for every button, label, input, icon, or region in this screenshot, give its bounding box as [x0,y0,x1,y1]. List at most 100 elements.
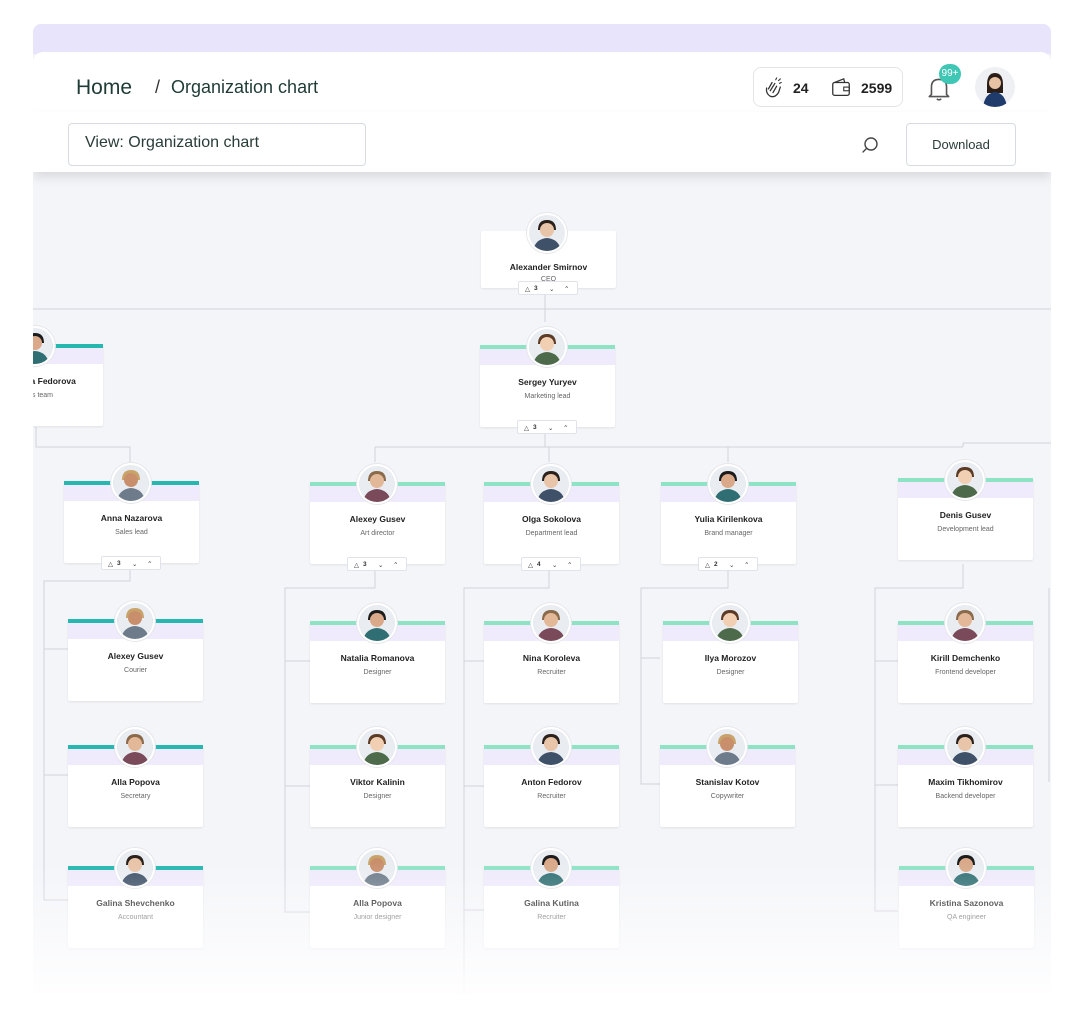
employee-avatar [357,848,397,888]
chart-toolbar: View: Organization chart Download [33,112,1051,172]
employee-card-sergey[interactable]: Sergey Yuryev Marketing lead [480,327,615,427]
employee-role: Recruiter [537,914,566,921]
clap-icon[interactable] [762,77,784,99]
expand-icon[interactable]: ⌄ [729,561,734,569]
employee-role: Sales team [33,392,54,399]
user-avatar[interactable] [975,67,1015,107]
employee-card-anastasia[interactable]: Anastasia Fedorova Sales team [33,326,103,426]
employee-card-anton[interactable]: Anton Fedorov Recruiter [484,727,619,827]
org-chart: Alexander SmirnovCEO△3⌄⌃Anastasia Fedoro… [33,172,1051,994]
employee-card-stanislav[interactable]: Stanislav Kotov Copywriter [660,727,795,827]
employee-role: Department lead [525,530,578,537]
breadcrumb-separator: / [155,77,161,97]
expand-icon[interactable]: ⌄ [378,561,383,569]
employee-avatar [946,848,986,888]
employee-role: Accountant [117,914,154,921]
employee-avatar [527,213,567,253]
employee-role: Designer [363,793,392,800]
employee-name: Stanislav Kotov [695,777,760,787]
view-select[interactable]: View: Organization chart [68,123,366,166]
employee-name: Maxim Tikhomirov [928,777,1003,787]
employee-name: Ilya Morozov [704,653,757,663]
expand-icon[interactable]: ⌄ [132,560,137,568]
employee-role: Art director [360,530,395,537]
expand-icon[interactable]: ⌄ [549,285,554,293]
employee-card-galina-s[interactable]: Galina Shevchenko Accountant [68,848,203,948]
employee-card-nina[interactable]: Nina Koroleva Recruiter [484,603,619,703]
employee-name: Nina Koroleva [522,653,581,663]
reports-count: 4 [537,561,541,568]
employee-name: Anna Nazarova [100,513,163,523]
employee-card-ceo[interactable]: Alexander Smirnov CEO [481,213,616,288]
reports-count: 3 [534,285,538,292]
employee-avatar [115,727,155,767]
search-icon[interactable] [859,134,881,156]
notification-badge: 99+ [939,64,961,84]
employee-card-alla-j[interactable]: Alla Popova Junior designer [310,848,445,948]
download-button[interactable]: Download [906,123,1016,166]
reports-icon: △ [705,562,710,569]
employee-avatar [115,848,155,888]
employee-role: Designer [363,669,392,676]
employee-avatar [357,603,397,643]
employee-avatar [527,327,567,367]
collapse-icon[interactable]: ⌃ [567,561,572,569]
employee-name: Sergey Yuryev [518,377,577,387]
reports-icon: △ [525,286,530,293]
collapse-icon[interactable]: ⌃ [147,560,152,568]
claps-count: 24 [793,80,809,96]
employee-card-kristina[interactable]: Kristina Sazonova QA engineer [899,848,1034,948]
top-strip [33,24,1051,54]
employee-name: Alexander Smirnov [509,262,588,272]
employee-card-natalia[interactable]: Natalia Romanova Designer [310,603,445,703]
expand-icon[interactable]: ⌄ [552,561,557,569]
wallet-icon[interactable] [830,77,852,99]
breadcrumb-home[interactable]: Home [76,76,132,100]
employee-avatar [707,727,747,767]
employee-card-ilya[interactable]: Ilya Morozov Designer [663,603,798,703]
employee-card-viktor[interactable]: Viktor Kalinin Designer [310,727,445,827]
employee-role: QA engineer [947,914,986,921]
employee-role: Brand manager [704,530,753,537]
employee-card-alexey-c[interactable]: Alexey Gusev Courier [68,601,203,701]
employee-card-galina-k[interactable]: Galina Kutina Recruiter [484,848,619,948]
collapse-icon[interactable]: ⌃ [393,561,398,569]
employee-name: Anton Fedorov [521,777,582,787]
reports-icon: △ [528,562,533,569]
employee-name: Natalia Romanova [340,653,415,663]
employee-card-maxim[interactable]: Maxim Tikhomirov Backend developer [898,727,1033,827]
employee-card-alla-s[interactable]: Alla Popova Secretary [68,727,203,827]
employee-avatar [357,464,397,504]
employee-card-kirill[interactable]: Kirill Demchenko Frontend developer [898,603,1033,703]
employee-name: Alexey Gusev [107,651,164,661]
card-controls: △ 3 ⌄ ⌃ [101,556,161,570]
reports-count: 3 [117,560,121,567]
expand-icon[interactable]: ⌄ [548,424,553,432]
employee-role: Backend developer [935,793,996,800]
employee-card-denis[interactable]: Denis Gusev Development lead [898,460,1033,560]
employee-role: Courier [124,667,147,674]
card-controls: △ 3 ⌄ ⌃ [517,420,577,434]
stats-panel: 24 2599 [753,67,903,107]
reports-count: 3 [363,561,367,568]
employee-role: Junior designer [353,914,402,921]
employee-card-alexey-g[interactable]: Alexey Gusev Art director [310,464,445,564]
employee-name: Alla Popova [353,898,402,908]
employee-name: Galina Kutina [524,898,579,908]
employee-role: Sales lead [115,529,148,536]
employee-avatar [945,727,985,767]
employee-role: Designer [716,669,745,676]
employee-name: Olga Sokolova [521,514,582,524]
employee-avatar [708,464,748,504]
reports-icon: △ [354,562,359,569]
employee-role: Recruiter [537,793,566,800]
employee-card-olga[interactable]: Olga Sokolova Department lead [484,464,619,564]
collapse-icon[interactable]: ⌃ [744,561,749,569]
employee-name: Kirill Demchenko [930,653,1001,663]
collapse-icon[interactable]: ⌃ [563,424,568,432]
reports-icon: △ [524,425,529,432]
collapse-icon[interactable]: ⌃ [564,285,569,293]
employee-card-anna[interactable]: Anna Nazarova Sales lead [64,463,199,563]
employee-name: Galina Shevchenko [96,898,175,908]
employee-card-yulia[interactable]: Yulia Kirilenkova Brand manager [661,464,796,564]
